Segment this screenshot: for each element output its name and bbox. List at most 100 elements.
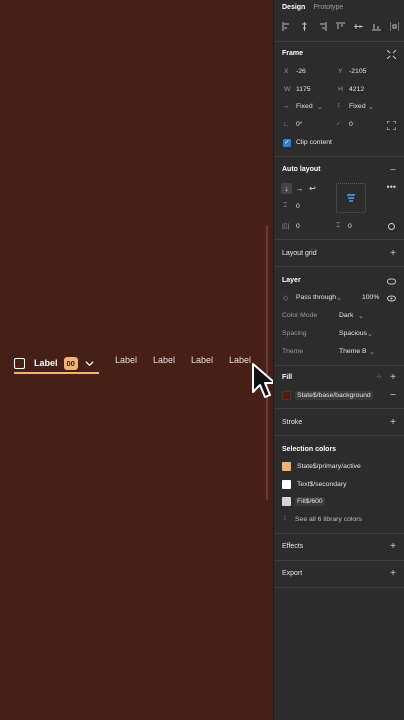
variable-mode-icon[interactable] (387, 277, 396, 286)
tab-item[interactable]: Label (191, 355, 213, 365)
rotation-input[interactable]: 0° (296, 121, 303, 128)
fill-swatch[interactable] (282, 391, 291, 400)
properties-panel: Design Prototype Frame X -26 Y -2105 W 1… (273, 0, 404, 720)
alignment-box[interactable] (336, 183, 366, 213)
checkbox-icon[interactable] (14, 357, 25, 369)
selection-color-swatch[interactable] (282, 497, 291, 506)
chevron-down-icon[interactable]: ⌄ (369, 348, 375, 356)
height-input[interactable]: 4212 (349, 86, 364, 93)
h-label: H (338, 86, 343, 93)
more-options-icon[interactable]: ••• (387, 183, 396, 192)
horizontal-padding-icon: |▯| (282, 223, 290, 230)
vertical-padding-icon: ⌶ (336, 222, 341, 229)
y-label: Y (338, 68, 343, 75)
add-layout-grid-button[interactable]: + (390, 249, 396, 259)
chevron-down-icon[interactable]: ⌄ (317, 103, 323, 111)
canvas[interactable]: Label 00 Label Label Label Label (0, 0, 273, 720)
align-right-icon[interactable] (318, 22, 327, 31)
panel-tabs: Design Prototype (282, 4, 343, 11)
horizontal-resize-select[interactable]: Fixed (296, 103, 313, 110)
add-export-button[interactable]: + (390, 569, 396, 579)
tab-bar: Label 00 (14, 353, 99, 373)
alignment-toolbar (282, 22, 399, 31)
padding-settings-icon[interactable] (387, 222, 396, 231)
clip-content-checkbox[interactable]: ✓ (283, 139, 291, 147)
layout-grid-title[interactable]: Layout grid (282, 250, 317, 257)
align-center-v-icon[interactable] (354, 22, 363, 31)
align-center-h-icon[interactable] (300, 22, 309, 31)
horizontal-resize-icon: ↔ (283, 103, 290, 110)
blend-mode-icon: ◇ (283, 295, 289, 302)
layer-title[interactable]: Layer (282, 277, 301, 284)
chevron-down-icon[interactable]: ⌄ (368, 103, 374, 111)
tab-active[interactable]: Label 00 (14, 353, 99, 373)
spacing-select[interactable]: Spacious (339, 330, 367, 337)
add-fill-button[interactable]: + (390, 373, 396, 383)
chevron-down-icon[interactable]: ⌄ (358, 312, 364, 320)
spacing-label: Spacing (282, 330, 307, 337)
vertical-resize-icon: ↕ (337, 102, 341, 109)
count-badge: 00 (63, 356, 78, 370)
opacity-input[interactable]: 100% (362, 294, 379, 301)
fill-title[interactable]: Fill (282, 374, 292, 381)
resize-to-fit-icon[interactable] (387, 50, 396, 59)
selection-colors-title: Selection colors (282, 446, 337, 453)
direction-vertical-icon[interactable]: ↓ (281, 183, 292, 194)
effects-title[interactable]: Effects (282, 543, 303, 550)
active-tab-indicator (14, 372, 99, 374)
x-input[interactable]: -26 (296, 68, 306, 75)
export-title[interactable]: Export (282, 570, 302, 577)
selection-color-name[interactable]: Text$/secondary (295, 480, 349, 489)
w-label: W (284, 86, 291, 93)
corner-radius-input[interactable]: 0 (349, 121, 353, 128)
style-grid-icon[interactable]: ⁘ (376, 373, 382, 381)
selection-color-swatch[interactable] (282, 480, 291, 489)
align-bottom-icon[interactable] (372, 22, 381, 31)
vertical-padding-input[interactable]: 0 (348, 223, 352, 230)
gap-icon: ⌶ (283, 202, 288, 209)
auto-layout-title[interactable]: Auto layout (282, 166, 321, 173)
tab-item[interactable]: Label (153, 355, 175, 365)
corner-radius-icon: ◜ (337, 122, 340, 129)
direction-wrap-icon[interactable]: ↩ (307, 183, 318, 194)
remove-auto-layout-button[interactable]: − (390, 166, 396, 176)
independent-corners-icon[interactable] (387, 121, 396, 130)
tab-item[interactable]: Label (115, 355, 137, 365)
y-input[interactable]: -2105 (349, 68, 366, 75)
clip-content-label: Clip content (296, 139, 332, 146)
library-grid-icon: ⁞ (284, 515, 286, 522)
alignment-center-icon (347, 194, 355, 202)
rotation-icon: ∟ (283, 121, 290, 128)
blend-mode-select[interactable]: Pass through (296, 294, 336, 301)
x-label: X (284, 68, 289, 75)
tab-prototype[interactable]: Prototype (313, 4, 343, 11)
tab-design[interactable]: Design (282, 4, 305, 11)
gap-input[interactable]: 0 (296, 203, 300, 210)
frame-section-title[interactable]: Frame (282, 50, 303, 57)
chevron-down-icon[interactable] (84, 358, 95, 369)
horizontal-padding-input[interactable]: 0 (296, 223, 300, 230)
remove-fill-button[interactable]: − (390, 391, 396, 401)
chevron-down-icon[interactable]: ⌄ (367, 330, 373, 338)
direction-horizontal-icon[interactable]: → (294, 183, 305, 194)
selection-color-name[interactable]: Fill$/600 (295, 497, 325, 506)
selection-color-name[interactable]: State$/primary/active (295, 462, 363, 471)
color-mode-label: Color Mode (282, 312, 318, 319)
stroke-title[interactable]: Stroke (282, 419, 302, 426)
selection-color-swatch[interactable] (282, 462, 291, 471)
see-all-library-colors-link[interactable]: See all 6 library colors (295, 516, 362, 523)
align-top-icon[interactable] (336, 22, 345, 31)
distribute-icon[interactable] (390, 22, 399, 31)
vertical-resize-select[interactable]: Fixed (349, 103, 366, 110)
tab-item[interactable]: Label (229, 355, 251, 365)
width-input[interactable]: 1175 (296, 86, 311, 93)
align-left-icon[interactable] (282, 22, 291, 31)
chevron-down-icon[interactable]: ⌄ (336, 294, 342, 302)
add-effect-button[interactable]: + (390, 542, 396, 552)
add-stroke-button[interactable]: + (390, 418, 396, 428)
eye-icon[interactable] (387, 294, 396, 303)
tab-label: Label (34, 358, 58, 368)
color-mode-select[interactable]: Dark (339, 312, 353, 319)
fill-style-name[interactable]: State$/base/background (295, 391, 373, 400)
theme-select[interactable]: Theme B (339, 348, 367, 355)
